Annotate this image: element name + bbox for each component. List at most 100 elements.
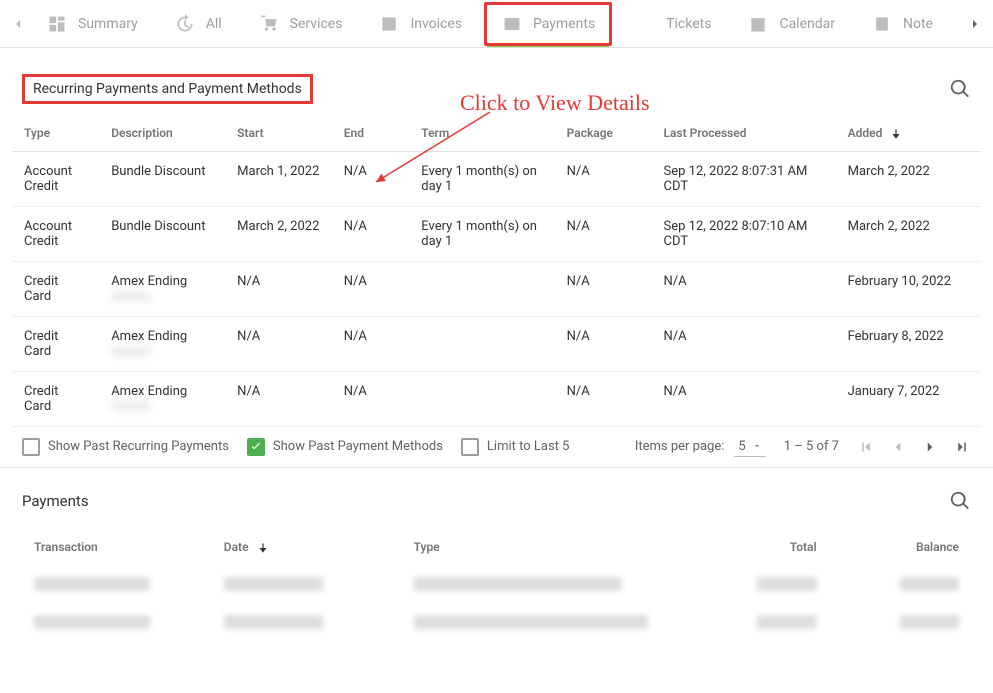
cell-term: Every 1 month(s) on day 1 bbox=[409, 206, 554, 261]
show-past-methods-label: Show Past Payment Methods bbox=[273, 439, 443, 454]
cell-description: Bundle Discount bbox=[99, 206, 225, 261]
table-row[interactable]: Credit CardAmex EndingxxxxxxN/AN/AN/AN/A… bbox=[12, 261, 981, 316]
cell-last-processed: Sep 12, 2022 8:07:10 AM CDT bbox=[652, 206, 836, 261]
checkbox-icon bbox=[22, 438, 40, 456]
column-header[interactable]: Date bbox=[212, 530, 402, 565]
card-icon bbox=[501, 13, 523, 35]
cart-icon bbox=[258, 13, 280, 35]
search-icon bbox=[949, 490, 971, 512]
cell-description: Bundle Discount bbox=[99, 151, 225, 206]
arrow-down-icon bbox=[889, 127, 903, 141]
tab-label: Invoices bbox=[410, 16, 462, 32]
cell-end: N/A bbox=[332, 261, 410, 316]
limit-last-5-label: Limit to Last 5 bbox=[487, 439, 570, 454]
cell-start: N/A bbox=[225, 261, 332, 316]
items-per-page-label: Items per page: bbox=[635, 439, 725, 454]
page-prev-button[interactable] bbox=[889, 438, 907, 456]
column-header[interactable]: Type bbox=[402, 530, 687, 565]
payments-section: Payments TransactionDate TypeTotalBalanc… bbox=[0, 468, 993, 663]
cell-added: March 2, 2022 bbox=[836, 206, 981, 261]
cell-end: N/A bbox=[332, 316, 410, 371]
tab-payments[interactable]: Payments bbox=[484, 2, 612, 46]
cell-end: N/A bbox=[332, 206, 410, 261]
tab-note[interactable]: Note bbox=[857, 5, 947, 43]
recurring-title: Recurring Payments and Payment Methods bbox=[22, 74, 313, 104]
page-next-button[interactable] bbox=[921, 438, 939, 456]
tab-label: All bbox=[206, 16, 222, 32]
column-header[interactable]: Type bbox=[12, 116, 99, 151]
tab-tickets[interactable]: Tickets bbox=[620, 5, 725, 43]
tabs-scroll-left[interactable] bbox=[4, 16, 32, 32]
table-row[interactable]: Account CreditBundle DiscountMarch 2, 20… bbox=[12, 206, 981, 261]
payments-header: Payments bbox=[22, 490, 971, 512]
table-row[interactable]: Account CreditBundle DiscountMarch 1, 20… bbox=[12, 151, 981, 206]
column-header[interactable]: End bbox=[332, 116, 410, 151]
column-header[interactable]: Balance bbox=[829, 530, 971, 565]
tabs-scroll-right[interactable] bbox=[961, 16, 989, 32]
items-per-page: Items per page: 5 bbox=[635, 437, 766, 457]
tab-services[interactable]: Services bbox=[244, 5, 357, 43]
page-first-button[interactable] bbox=[857, 438, 875, 456]
table-row[interactable] bbox=[22, 603, 971, 641]
cell-package: N/A bbox=[555, 261, 652, 316]
page-last-button[interactable] bbox=[953, 438, 971, 456]
chevron-left-icon bbox=[889, 438, 907, 456]
cell-start: N/A bbox=[225, 316, 332, 371]
recurring-footer: Show Past Recurring Payments Show Past P… bbox=[0, 427, 993, 468]
search-button[interactable] bbox=[949, 490, 971, 512]
payments-table: TransactionDate TypeTotalBalance bbox=[22, 530, 971, 641]
cell-term bbox=[409, 371, 554, 426]
show-past-methods-toggle[interactable]: Show Past Payment Methods bbox=[247, 438, 443, 456]
ticket-icon bbox=[634, 13, 656, 35]
recurring-table: TypeDescriptionStartEndTermPackageLast P… bbox=[12, 116, 981, 427]
check-icon bbox=[249, 440, 263, 454]
table-row[interactable] bbox=[22, 565, 971, 603]
column-header[interactable]: Package bbox=[555, 116, 652, 151]
tab-summary[interactable]: Summary bbox=[32, 5, 152, 43]
page-first-icon bbox=[857, 438, 875, 456]
show-past-recurring-toggle[interactable]: Show Past Recurring Payments bbox=[22, 438, 229, 456]
tab-calendar[interactable]: Calendar bbox=[733, 5, 849, 43]
recurring-header-row: TypeDescriptionStartEndTermPackageLast P… bbox=[12, 116, 981, 151]
column-header[interactable]: Added bbox=[836, 116, 981, 151]
cell-end: N/A bbox=[332, 371, 410, 426]
history-icon bbox=[174, 13, 196, 35]
items-per-page-value: 5 bbox=[738, 439, 745, 454]
cell-added: January 7, 2022 bbox=[836, 371, 981, 426]
column-header[interactable]: Total bbox=[686, 530, 828, 565]
tab-label: Services bbox=[290, 16, 343, 32]
cell-last-processed: N/A bbox=[652, 371, 836, 426]
items-per-page-select[interactable]: 5 bbox=[734, 437, 765, 457]
column-header[interactable]: Transaction bbox=[22, 530, 212, 565]
tab-label: Summary bbox=[78, 16, 138, 32]
column-header[interactable]: Description bbox=[99, 116, 225, 151]
cell-start: March 1, 2022 bbox=[225, 151, 332, 206]
tab-invoices[interactable]: Invoices bbox=[364, 5, 476, 43]
cell-start: N/A bbox=[225, 371, 332, 426]
cell-added: February 8, 2022 bbox=[836, 316, 981, 371]
cell-term bbox=[409, 261, 554, 316]
column-header[interactable]: Term bbox=[409, 116, 554, 151]
table-row[interactable]: Credit CardAmex EndingxxxxxxN/AN/AN/AN/A… bbox=[12, 316, 981, 371]
cell-type: Account Credit bbox=[12, 151, 99, 206]
cell-term: Every 1 month(s) on day 1 bbox=[409, 151, 554, 206]
payments-title: Payments bbox=[22, 492, 89, 510]
chevron-left-icon bbox=[10, 16, 26, 32]
table-row[interactable]: Credit CardAmex EndingxxxxxxN/AN/AN/AN/A… bbox=[12, 371, 981, 426]
cell-last-processed: Sep 12, 2022 8:07:31 AM CDT bbox=[652, 151, 836, 206]
search-button[interactable] bbox=[949, 78, 971, 100]
column-header[interactable]: Start bbox=[225, 116, 332, 151]
cell-description: Amex Endingxxxxxx bbox=[99, 261, 225, 316]
tab-all[interactable]: All bbox=[160, 5, 236, 43]
column-header[interactable]: Last Processed bbox=[652, 116, 836, 151]
limit-last-5-toggle[interactable]: Limit to Last 5 bbox=[461, 438, 570, 456]
cell-type: Credit Card bbox=[12, 371, 99, 426]
cell-term bbox=[409, 316, 554, 371]
cell-description: Amex Endingxxxxxx bbox=[99, 316, 225, 371]
cell-start: March 2, 2022 bbox=[225, 206, 332, 261]
pagination-controls bbox=[857, 438, 971, 456]
dropdown-icon bbox=[752, 441, 762, 451]
arrow-down-icon bbox=[256, 541, 270, 555]
cell-last-processed: N/A bbox=[652, 316, 836, 371]
tab-label: Tickets bbox=[666, 16, 711, 32]
